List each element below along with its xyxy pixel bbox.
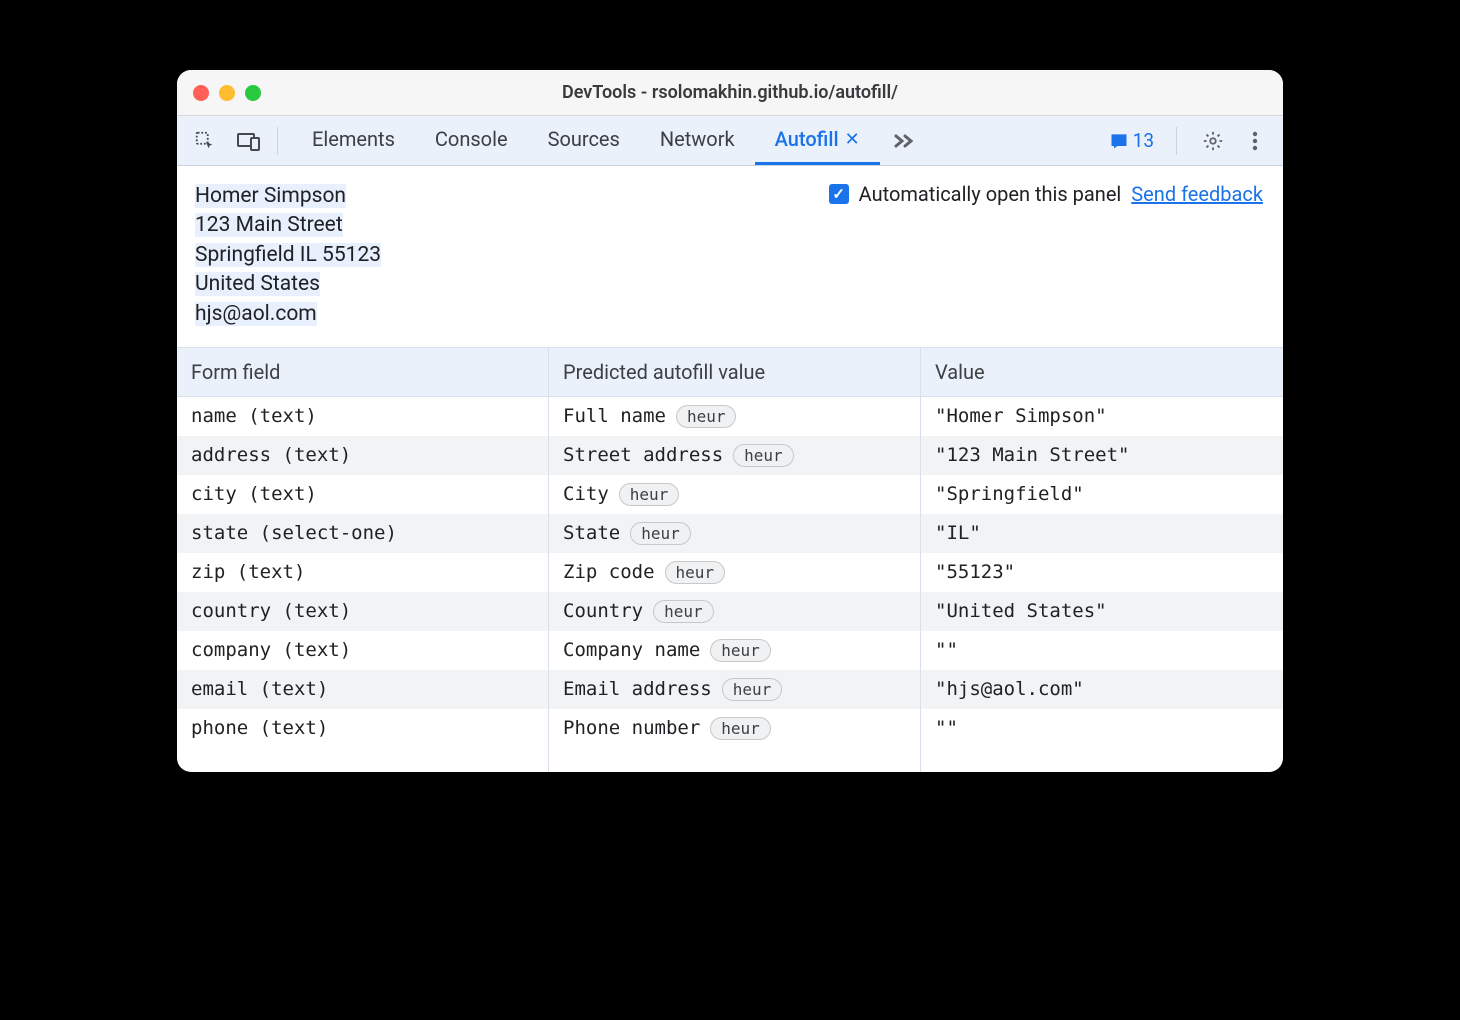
more-menu-icon[interactable] xyxy=(1241,127,1269,155)
titlebar: DevTools - rsolomakhin.github.io/autofil… xyxy=(177,70,1283,116)
tab-console[interactable]: Console xyxy=(415,116,528,165)
table-body: name (text)Full nameheur"Homer Simpson"a… xyxy=(177,397,1283,748)
heur-badge: heur xyxy=(676,405,737,428)
address-line: Springfield IL 55123 xyxy=(195,243,381,267)
cell-form-field: phone (text) xyxy=(177,709,549,748)
panel-controls: ✓ Automatically open this panel Send fee… xyxy=(829,182,1263,206)
cell-predicted: Company nameheur xyxy=(549,631,921,670)
table-header: Form field Predicted autofill value Valu… xyxy=(177,348,1283,397)
tab-autofill[interactable]: Autofill ✕ xyxy=(755,116,880,165)
cell-form-field: state (select-one) xyxy=(177,514,549,553)
window-title: DevTools - rsolomakhin.github.io/autofil… xyxy=(177,82,1283,103)
cell-value: "123 Main Street" xyxy=(921,436,1283,475)
heur-badge: heur xyxy=(722,678,783,701)
cell-value: "Springfield" xyxy=(921,475,1283,514)
table-row[interactable]: company (text)Company nameheur"" xyxy=(177,631,1283,670)
heur-badge: heur xyxy=(710,639,771,662)
cell-value: "" xyxy=(921,709,1283,748)
table-row[interactable]: address (text)Street addressheur"123 Mai… xyxy=(177,436,1283,475)
cell-value: "United States" xyxy=(921,592,1283,631)
cell-predicted: Stateheur xyxy=(549,514,921,553)
address-block: Homer Simpson 123 Main Street Springfiel… xyxy=(195,182,381,329)
cell-predicted: Cityheur xyxy=(549,475,921,514)
cell-predicted: Countryheur xyxy=(549,592,921,631)
address-line: hjs@aol.com xyxy=(195,302,317,326)
tabs: Elements Console Sources Network Autofil… xyxy=(292,116,880,165)
table-row[interactable]: phone (text)Phone numberheur"" xyxy=(177,709,1283,748)
cell-form-field: name (text) xyxy=(177,397,549,436)
traffic-lights xyxy=(193,85,261,101)
cell-form-field: zip (text) xyxy=(177,553,549,592)
heur-badge: heur xyxy=(653,600,714,623)
heur-badge: heur xyxy=(619,483,680,506)
cell-form-field: address (text) xyxy=(177,436,549,475)
table-row[interactable]: state (select-one)Stateheur"IL" xyxy=(177,514,1283,553)
table-row[interactable]: zip (text)Zip codeheur"55123" xyxy=(177,553,1283,592)
issues-button[interactable]: 13 xyxy=(1109,129,1154,152)
toolbar-right: 13 xyxy=(1109,127,1269,155)
heur-badge: heur xyxy=(710,717,771,740)
column-header-predicted[interactable]: Predicted autofill value xyxy=(549,348,921,396)
cell-form-field: email (text) xyxy=(177,670,549,709)
toolbar-left xyxy=(191,127,263,155)
inspect-element-icon[interactable] xyxy=(191,127,219,155)
more-tabs-icon[interactable] xyxy=(890,127,918,155)
cell-predicted: Email addressheur xyxy=(549,670,921,709)
cell-form-field: country (text) xyxy=(177,592,549,631)
column-header-value[interactable]: Value xyxy=(921,348,1283,396)
address-line: United States xyxy=(195,272,320,296)
cell-value: "IL" xyxy=(921,514,1283,553)
cell-form-field: company (text) xyxy=(177,631,549,670)
auto-open-checkbox[interactable]: ✓ xyxy=(829,184,849,204)
toolbar: Elements Console Sources Network Autofil… xyxy=(177,116,1283,166)
column-header-field[interactable]: Form field xyxy=(177,348,549,396)
cell-value: "hjs@aol.com" xyxy=(921,670,1283,709)
tab-elements[interactable]: Elements xyxy=(292,116,415,165)
cell-value: "" xyxy=(921,631,1283,670)
devtools-window: DevTools - rsolomakhin.github.io/autofil… xyxy=(177,70,1283,772)
toolbar-divider-2 xyxy=(1176,127,1177,155)
issues-count: 13 xyxy=(1133,129,1154,152)
table-footer xyxy=(177,748,1283,772)
tab-autofill-label: Autofill xyxy=(775,127,839,151)
cell-value: "55123" xyxy=(921,553,1283,592)
table-row[interactable]: name (text)Full nameheur"Homer Simpson" xyxy=(177,397,1283,436)
cell-predicted: Phone numberheur xyxy=(549,709,921,748)
send-feedback-link[interactable]: Send feedback xyxy=(1131,182,1263,206)
device-toolbar-icon[interactable] xyxy=(235,127,263,155)
minimize-window-button[interactable] xyxy=(219,85,235,101)
table-row[interactable]: country (text)Countryheur"United States" xyxy=(177,592,1283,631)
address-line: Homer Simpson xyxy=(195,184,346,208)
auto-open-label: Automatically open this panel xyxy=(859,182,1122,206)
cell-predicted: Zip codeheur xyxy=(549,553,921,592)
cell-value: "Homer Simpson" xyxy=(921,397,1283,436)
settings-icon[interactable] xyxy=(1199,127,1227,155)
cell-predicted: Street addressheur xyxy=(549,436,921,475)
table-row[interactable]: city (text)Cityheur"Springfield" xyxy=(177,475,1283,514)
cell-form-field: city (text) xyxy=(177,475,549,514)
tab-sources[interactable]: Sources xyxy=(528,116,640,165)
address-line: 123 Main Street xyxy=(195,213,343,237)
tab-network[interactable]: Network xyxy=(640,116,755,165)
panel-top: Homer Simpson 123 Main Street Springfiel… xyxy=(177,166,1283,347)
toolbar-divider xyxy=(277,127,278,155)
maximize-window-button[interactable] xyxy=(245,85,261,101)
heur-badge: heur xyxy=(733,444,794,467)
table-row[interactable]: email (text)Email addressheur"hjs@aol.co… xyxy=(177,670,1283,709)
heur-badge: heur xyxy=(665,561,726,584)
close-tab-icon[interactable]: ✕ xyxy=(845,129,860,150)
close-window-button[interactable] xyxy=(193,85,209,101)
cell-predicted: Full nameheur xyxy=(549,397,921,436)
autofill-table: Form field Predicted autofill value Valu… xyxy=(177,347,1283,772)
heur-badge: heur xyxy=(630,522,691,545)
